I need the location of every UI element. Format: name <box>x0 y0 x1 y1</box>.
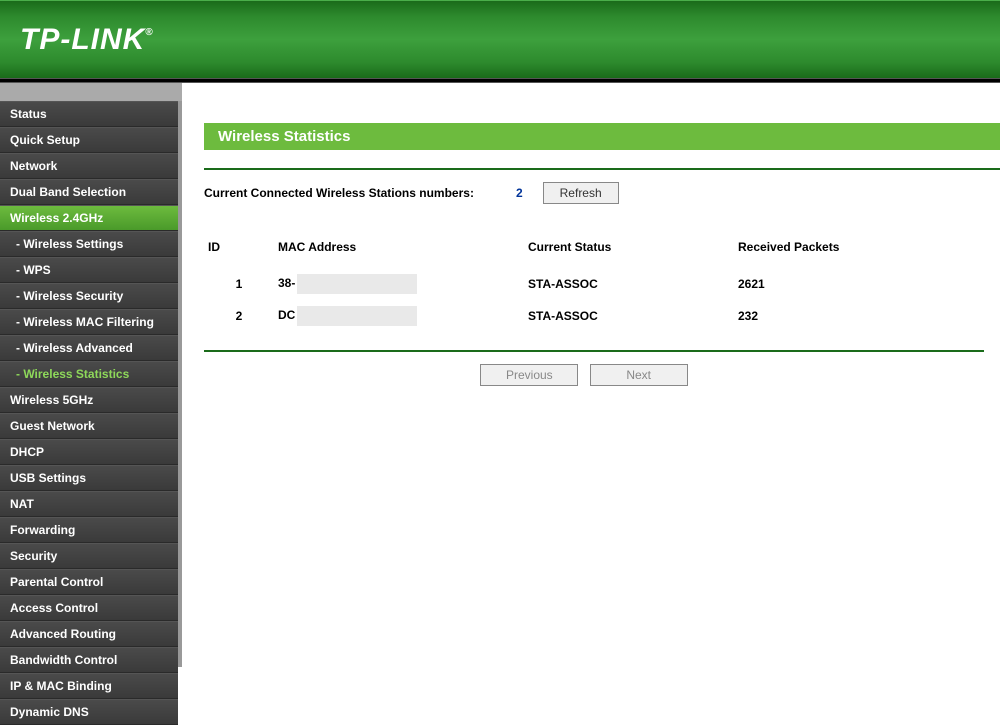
next-button[interactable]: Next <box>590 364 688 386</box>
cell-status: STA-ASSOC <box>524 268 734 300</box>
mac-redacted <box>297 306 417 326</box>
stats-count: 2 <box>516 186 523 200</box>
page-title: Wireless Statistics <box>204 123 1000 150</box>
sidebar-item[interactable]: IP & MAC Binding <box>0 673 178 699</box>
sidebar-item[interactable]: NAT <box>0 491 178 517</box>
refresh-button[interactable]: Refresh <box>543 182 619 204</box>
sidebar-item[interactable]: Bandwidth Control <box>0 647 178 673</box>
stats-row: Current Connected Wireless Stations numb… <box>204 182 1000 204</box>
previous-button[interactable]: Previous <box>480 364 578 386</box>
stations-table: ID MAC Address Current Status Received P… <box>204 234 964 332</box>
brand-text: TP-LINK <box>20 23 145 56</box>
header-status: Current Status <box>524 234 734 268</box>
cell-mac: DC <box>274 300 524 332</box>
sidebar-item[interactable]: Network <box>0 153 178 179</box>
sidebar-subitem[interactable]: - WPS <box>0 257 178 283</box>
sidebar-subitem[interactable]: - Wireless Settings <box>0 231 178 257</box>
cell-id: 2 <box>204 300 274 332</box>
header-id: ID <box>204 234 274 268</box>
stats-label: Current Connected Wireless Stations numb… <box>204 186 474 200</box>
divider-top <box>204 168 1000 170</box>
cell-status: STA-ASSOC <box>524 300 734 332</box>
sidebar-item[interactable]: Parental Control <box>0 569 178 595</box>
main-content: Wireless Statistics Current Connected Wi… <box>182 83 1000 667</box>
sidebar-item[interactable]: DHCP <box>0 439 178 465</box>
sidebar-item[interactable]: Guest Network <box>0 413 178 439</box>
sidebar-item[interactable]: Wireless 5GHz <box>0 387 178 413</box>
sidebar-subitem[interactable]: - Wireless Security <box>0 283 178 309</box>
header-mac: MAC Address <box>274 234 524 268</box>
table-row: 1 38- STA-ASSOC2621 <box>204 268 964 300</box>
brand-logo: TP-LINK® <box>20 23 154 57</box>
sidebar-gap <box>0 83 178 101</box>
sidebar-item[interactable]: Wireless 2.4GHz <box>0 205 178 231</box>
sidebar-item[interactable]: Quick Setup <box>0 127 178 153</box>
sidebar: StatusQuick SetupNetworkDual Band Select… <box>0 83 178 667</box>
sidebar-item[interactable]: Forwarding <box>0 517 178 543</box>
sidebar-subitem[interactable]: - Wireless Advanced <box>0 335 178 361</box>
divider-bottom <box>204 350 984 352</box>
sidebar-item[interactable]: Status <box>0 101 178 127</box>
pager: Previous Next <box>204 364 964 386</box>
table-row: 2 DC STA-ASSOC232 <box>204 300 964 332</box>
mac-prefix: DC <box>278 308 295 322</box>
sidebar-item[interactable]: Dynamic DNS <box>0 699 178 725</box>
sidebar-item[interactable]: Dual Band Selection <box>0 179 178 205</box>
sidebar-item[interactable]: Advanced Routing <box>0 621 178 647</box>
cell-id: 1 <box>204 268 274 300</box>
sidebar-subitem[interactable]: - Wireless MAC Filtering <box>0 309 178 335</box>
cell-mac: 38- <box>274 268 524 300</box>
header-banner: TP-LINK® <box>0 0 1000 78</box>
table-header-row: ID MAC Address Current Status Received P… <box>204 234 964 268</box>
cell-packets: 2621 <box>734 268 964 300</box>
sidebar-item[interactable]: Security <box>0 543 178 569</box>
sidebar-item[interactable]: USB Settings <box>0 465 178 491</box>
mac-redacted <box>297 274 417 294</box>
sidebar-item[interactable]: Access Control <box>0 595 178 621</box>
header-packets: Received Packets <box>734 234 964 268</box>
cell-packets: 232 <box>734 300 964 332</box>
sidebar-subitem[interactable]: - Wireless Statistics <box>0 361 178 387</box>
mac-prefix: 38- <box>278 276 295 290</box>
